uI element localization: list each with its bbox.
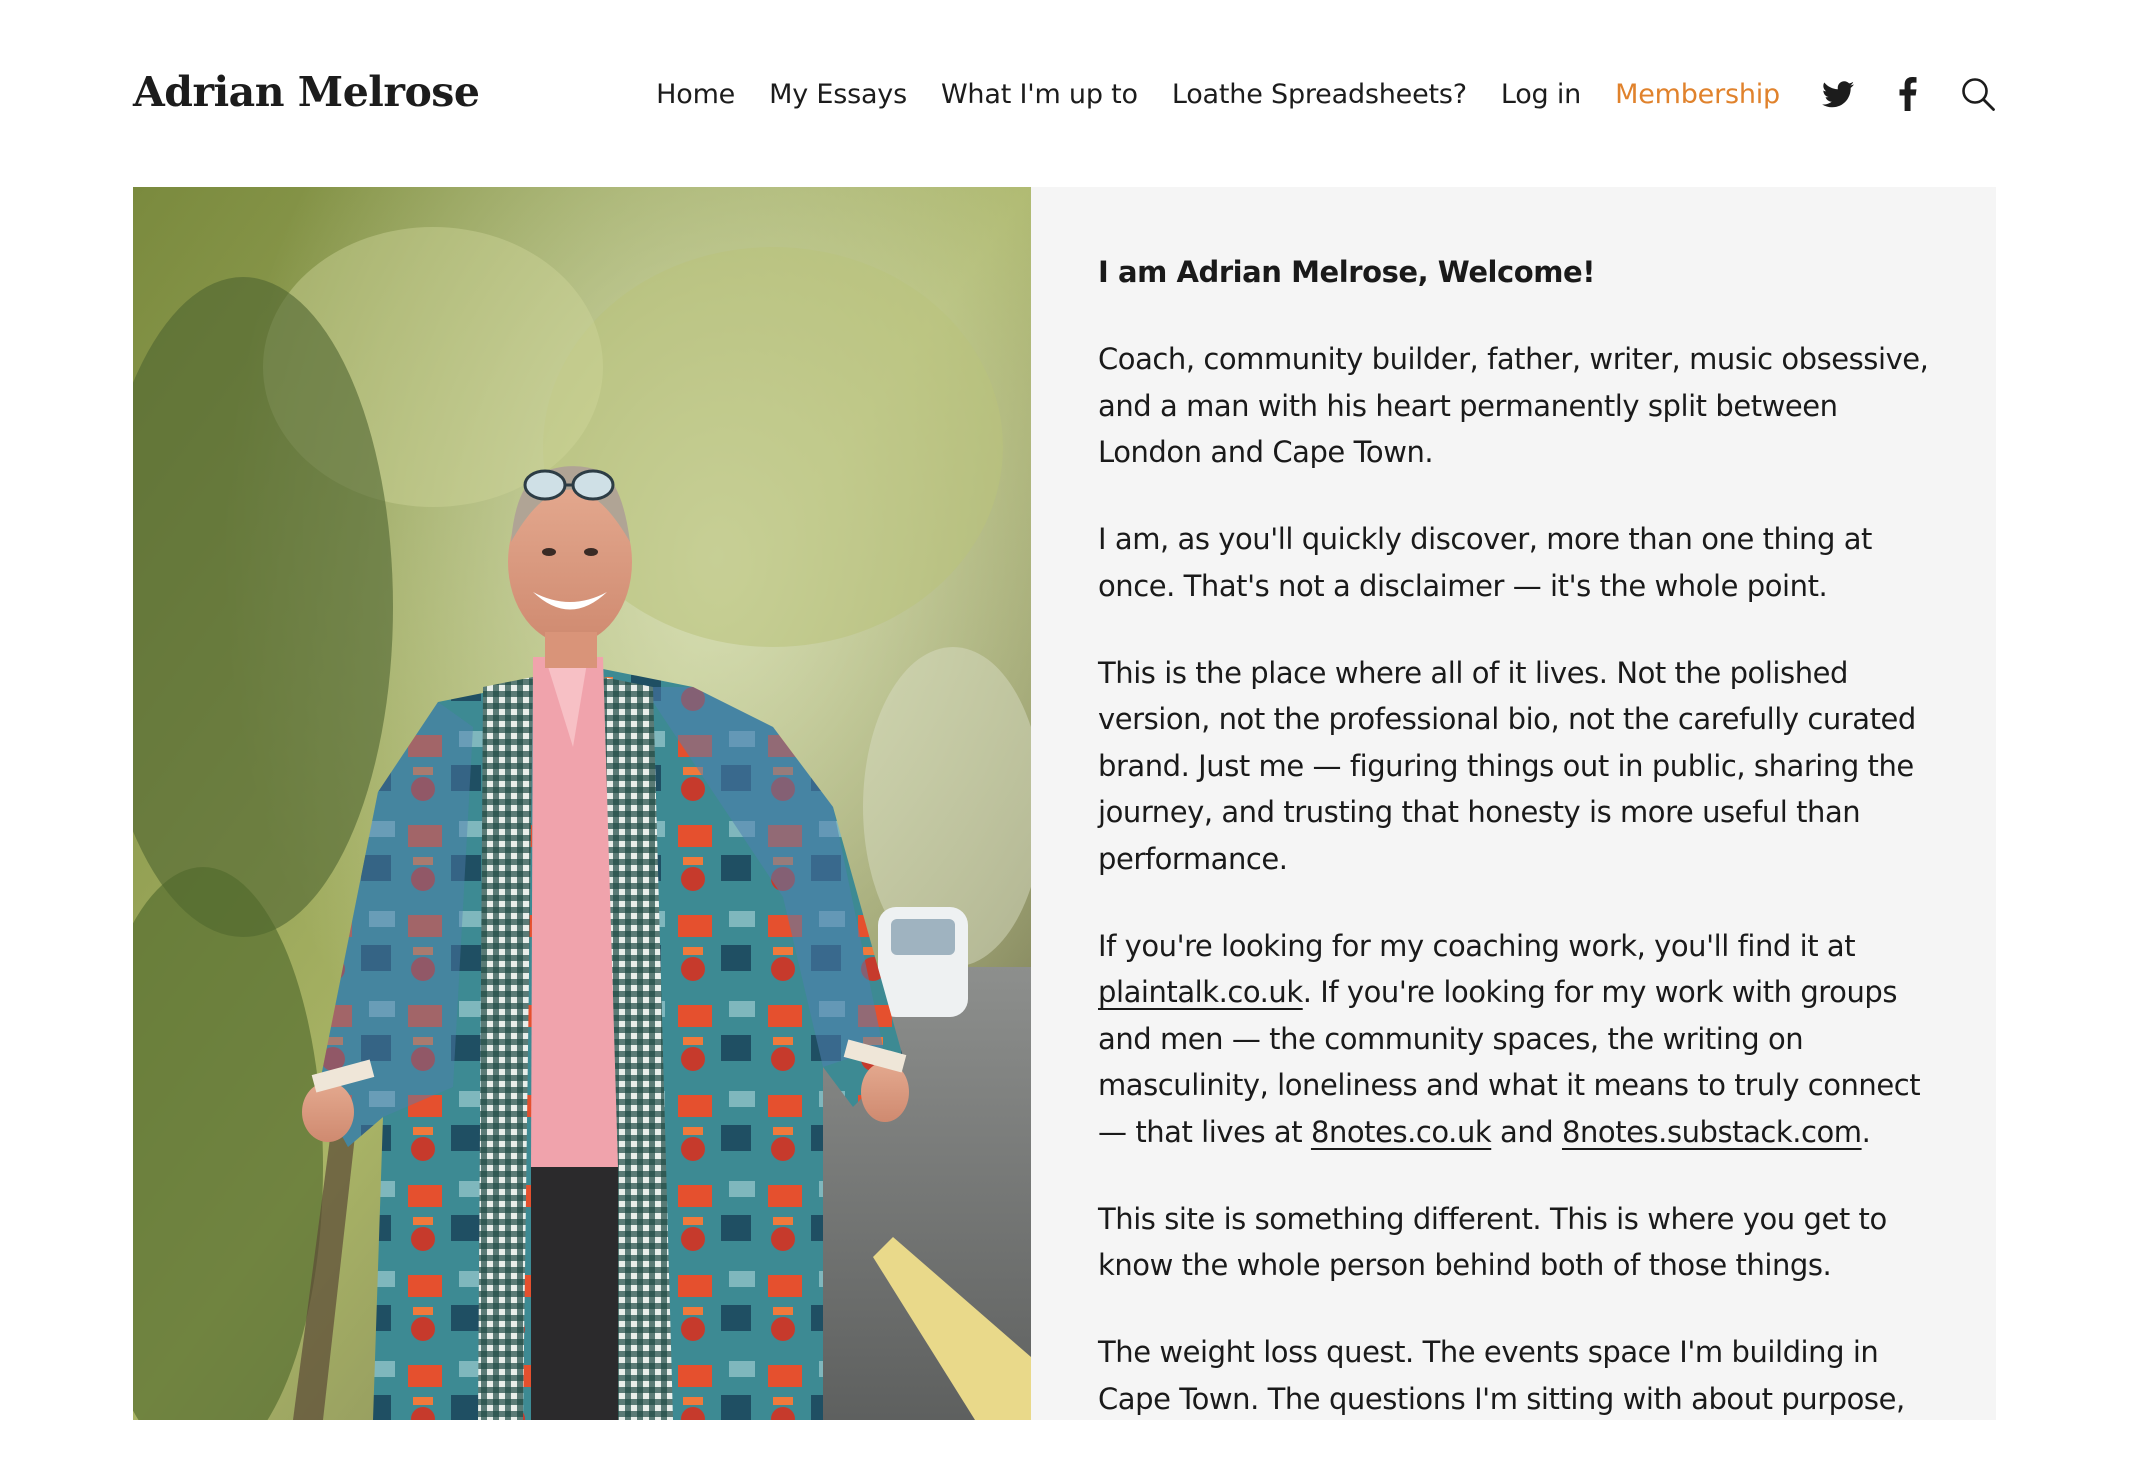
hero-section: I am Adrian Melrose, Welcome! Coach, com… <box>133 187 1996 1420</box>
profile-photo <box>133 187 1031 1420</box>
nav-my-essays[interactable]: My Essays <box>769 79 907 110</box>
paragraph-4-text-1: If you're looking for my coaching work, … <box>1098 928 1856 963</box>
paragraph-5: This site is something different. This i… <box>1098 1201 1887 1283</box>
site-header: Adrian Melrose Home My Essays What I'm u… <box>133 0 1996 187</box>
twitter-icon[interactable] <box>1820 76 1856 112</box>
facebook-icon[interactable] <box>1890 76 1926 112</box>
nav-membership[interactable]: Membership <box>1615 79 1780 110</box>
nav-what-im-up-to[interactable]: What I'm up to <box>941 79 1138 110</box>
8notes-substack-link[interactable]: 8notes.substack.com <box>1562 1115 1862 1149</box>
paragraph-4-text-3: and <box>1491 1114 1562 1149</box>
nav-log-in[interactable]: Log in <box>1501 79 1581 110</box>
search-icon[interactable] <box>1960 76 1996 112</box>
plaintalk-link[interactable]: plaintalk.co.uk <box>1098 975 1303 1009</box>
paragraph-3: This is the place where all of it lives.… <box>1098 655 1916 876</box>
header-icons <box>1820 72 1996 116</box>
paragraph-1: Coach, community builder, father, writer… <box>1098 342 1929 469</box>
welcome-text: I am Adrian Melrose, Welcome! Coach, com… <box>1098 249 1938 1463</box>
8notes-link[interactable]: 8notes.co.uk <box>1311 1115 1492 1149</box>
paragraph-6: The weight loss quest. The events space … <box>1098 1335 1905 1416</box>
paragraph-4-text-4: . <box>1861 1114 1871 1149</box>
welcome-heading: I am Adrian Melrose, Welcome! <box>1098 255 1595 289</box>
main-nav: Home My Essays What I'm up to Loathe Spr… <box>656 72 1780 116</box>
paragraph-4: If you're looking for my coaching work, … <box>1098 923 1938 1156</box>
site-title[interactable]: Adrian Melrose <box>133 64 480 120</box>
nav-loathe-spreadsheets[interactable]: Loathe Spreadsheets? <box>1172 79 1467 110</box>
nav-home[interactable]: Home <box>656 79 735 110</box>
paragraph-2: I am, as you'll quickly discover, more t… <box>1098 522 1872 603</box>
